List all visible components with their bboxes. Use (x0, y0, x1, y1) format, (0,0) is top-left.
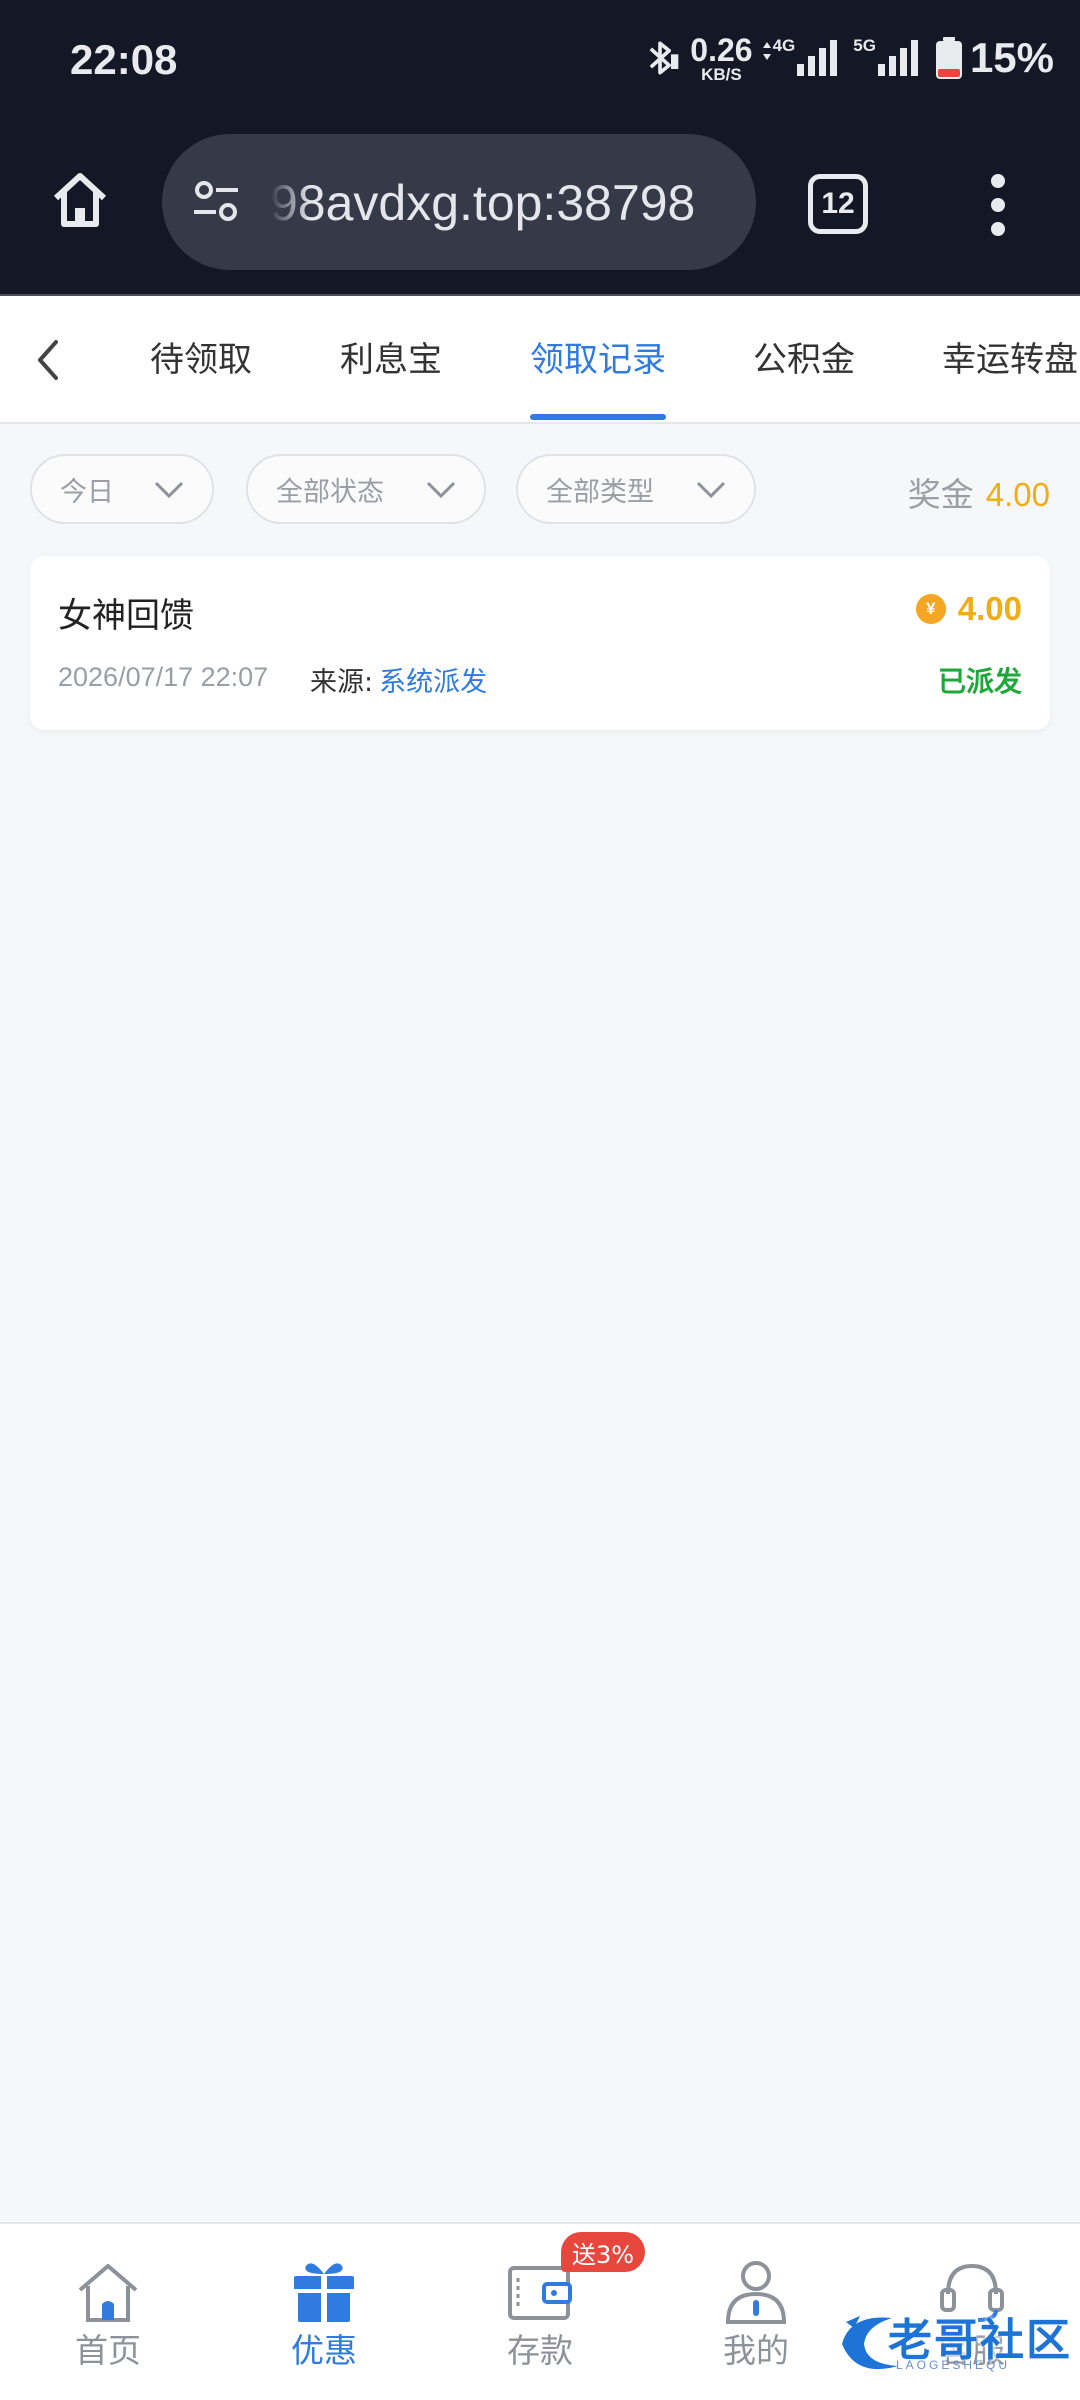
coin-icon: ¥ (915, 594, 946, 624)
back-arrow-icon[interactable] (28, 336, 68, 384)
type-filter-dropdown[interactable]: 全部类型 (516, 454, 756, 524)
signal-1-label: 4G (772, 36, 796, 55)
nav-deposit-label: 存款 (507, 2331, 573, 2370)
type-filter-value: 全部类型 (546, 476, 654, 508)
network-speed: 0.26 KB/S (690, 34, 752, 83)
watermark-logo: 老哥社区 LAOGESHEQU (836, 2300, 1072, 2380)
record-amount: ¥ 4.00 (915, 590, 1022, 628)
tab-pending[interactable]: 待领取 (150, 332, 252, 381)
signal-2-label: 5G (853, 36, 876, 55)
address-bar[interactable]: 98avdxg.top:38798 (162, 134, 756, 270)
url-text[interactable]: 98avdxg.top:38798 (270, 174, 740, 232)
bonus-value: 4.00 (985, 476, 1050, 513)
home-icon (53, 173, 107, 227)
nav-home-label: 首页 (75, 2331, 141, 2370)
status-bar: 22:08 0.26 KB/S 4G 5G 15% (0, 0, 1080, 120)
bonus-total: 奖金 4.00 (908, 468, 1050, 516)
category-tab-bar: 待领取 利息宝 领取记录 公积金 幸运转盘 (0, 296, 1080, 424)
date-filter-dropdown[interactable]: 今日 (30, 454, 214, 524)
record-amount-value: 4.00 (957, 590, 1022, 627)
battery-percent: 15% (969, 34, 1054, 81)
bonus-label: 奖金 (907, 475, 974, 514)
nav-promotions[interactable]: 优惠 (216, 2224, 432, 2400)
record-status-badge: 已派发 (937, 665, 1022, 698)
deposit-promo-badge: 送3% (561, 2232, 645, 2272)
bluetooth-icon (649, 41, 679, 75)
site-settings-icon[interactable] (188, 174, 244, 230)
browser-home-button[interactable] (44, 164, 116, 236)
network-speed-value: 0.26 (690, 31, 753, 68)
record-source: 来源: 系统派发 (310, 660, 487, 699)
nav-home[interactable]: 首页 (0, 2224, 216, 2400)
record-source-label: 来源: (310, 667, 374, 698)
record-datetime: 2026/07/17 22:07 (58, 662, 269, 692)
status-time: 22:08 (70, 36, 178, 83)
tab-switcher-button[interactable]: 12 (808, 174, 868, 234)
record-title: 女神回馈 (58, 596, 194, 636)
browser-toolbar: 98avdxg.top:38798 12 (0, 120, 1080, 296)
gift-icon (294, 2263, 354, 2322)
status-filter-dropdown[interactable]: 全部状态 (246, 454, 486, 524)
user-icon (725, 2261, 787, 2324)
menu-dot (991, 198, 1005, 212)
chevron-down-icon (426, 481, 456, 499)
active-tab-indicator (530, 414, 666, 420)
browser-menu-button[interactable] (978, 170, 1018, 240)
menu-dot (991, 222, 1005, 236)
chevron-down-icon (696, 481, 726, 499)
data-arrows-icon (762, 42, 771, 60)
watermark-subtext: LAOGESHEQU (896, 2358, 1011, 2372)
signal-2-icon (877, 40, 918, 76)
nav-promotions-label: 优惠 (291, 2331, 357, 2370)
nav-profile[interactable]: 我的 (648, 2224, 864, 2400)
battery-icon (935, 37, 962, 79)
tab-lucky-wheel[interactable]: 幸运转盘 (942, 332, 1078, 381)
status-filter-value: 全部状态 (276, 476, 384, 508)
status-icons: 0.26 KB/S 4G 5G 15% (638, 30, 1054, 86)
chevron-down-icon (154, 481, 184, 499)
menu-dot (991, 174, 1005, 188)
date-filter-value: 今日 (60, 476, 114, 508)
tab-interest[interactable]: 利息宝 (340, 332, 442, 381)
network-speed-unit: KB/S (701, 64, 742, 84)
tab-claim-records[interactable]: 领取记录 (530, 332, 666, 381)
record-card[interactable]: 女神回馈 ¥ 4.00 2026/07/17 22:07 来源: 系统派发 已派发 (30, 556, 1050, 730)
tab-provident-fund[interactable]: 公积金 (753, 332, 855, 381)
signal-1-icon (797, 40, 838, 76)
record-source-value: 系统派发 (379, 667, 488, 698)
nav-profile-label: 我的 (723, 2331, 789, 2370)
home-icon (78, 2264, 138, 2322)
